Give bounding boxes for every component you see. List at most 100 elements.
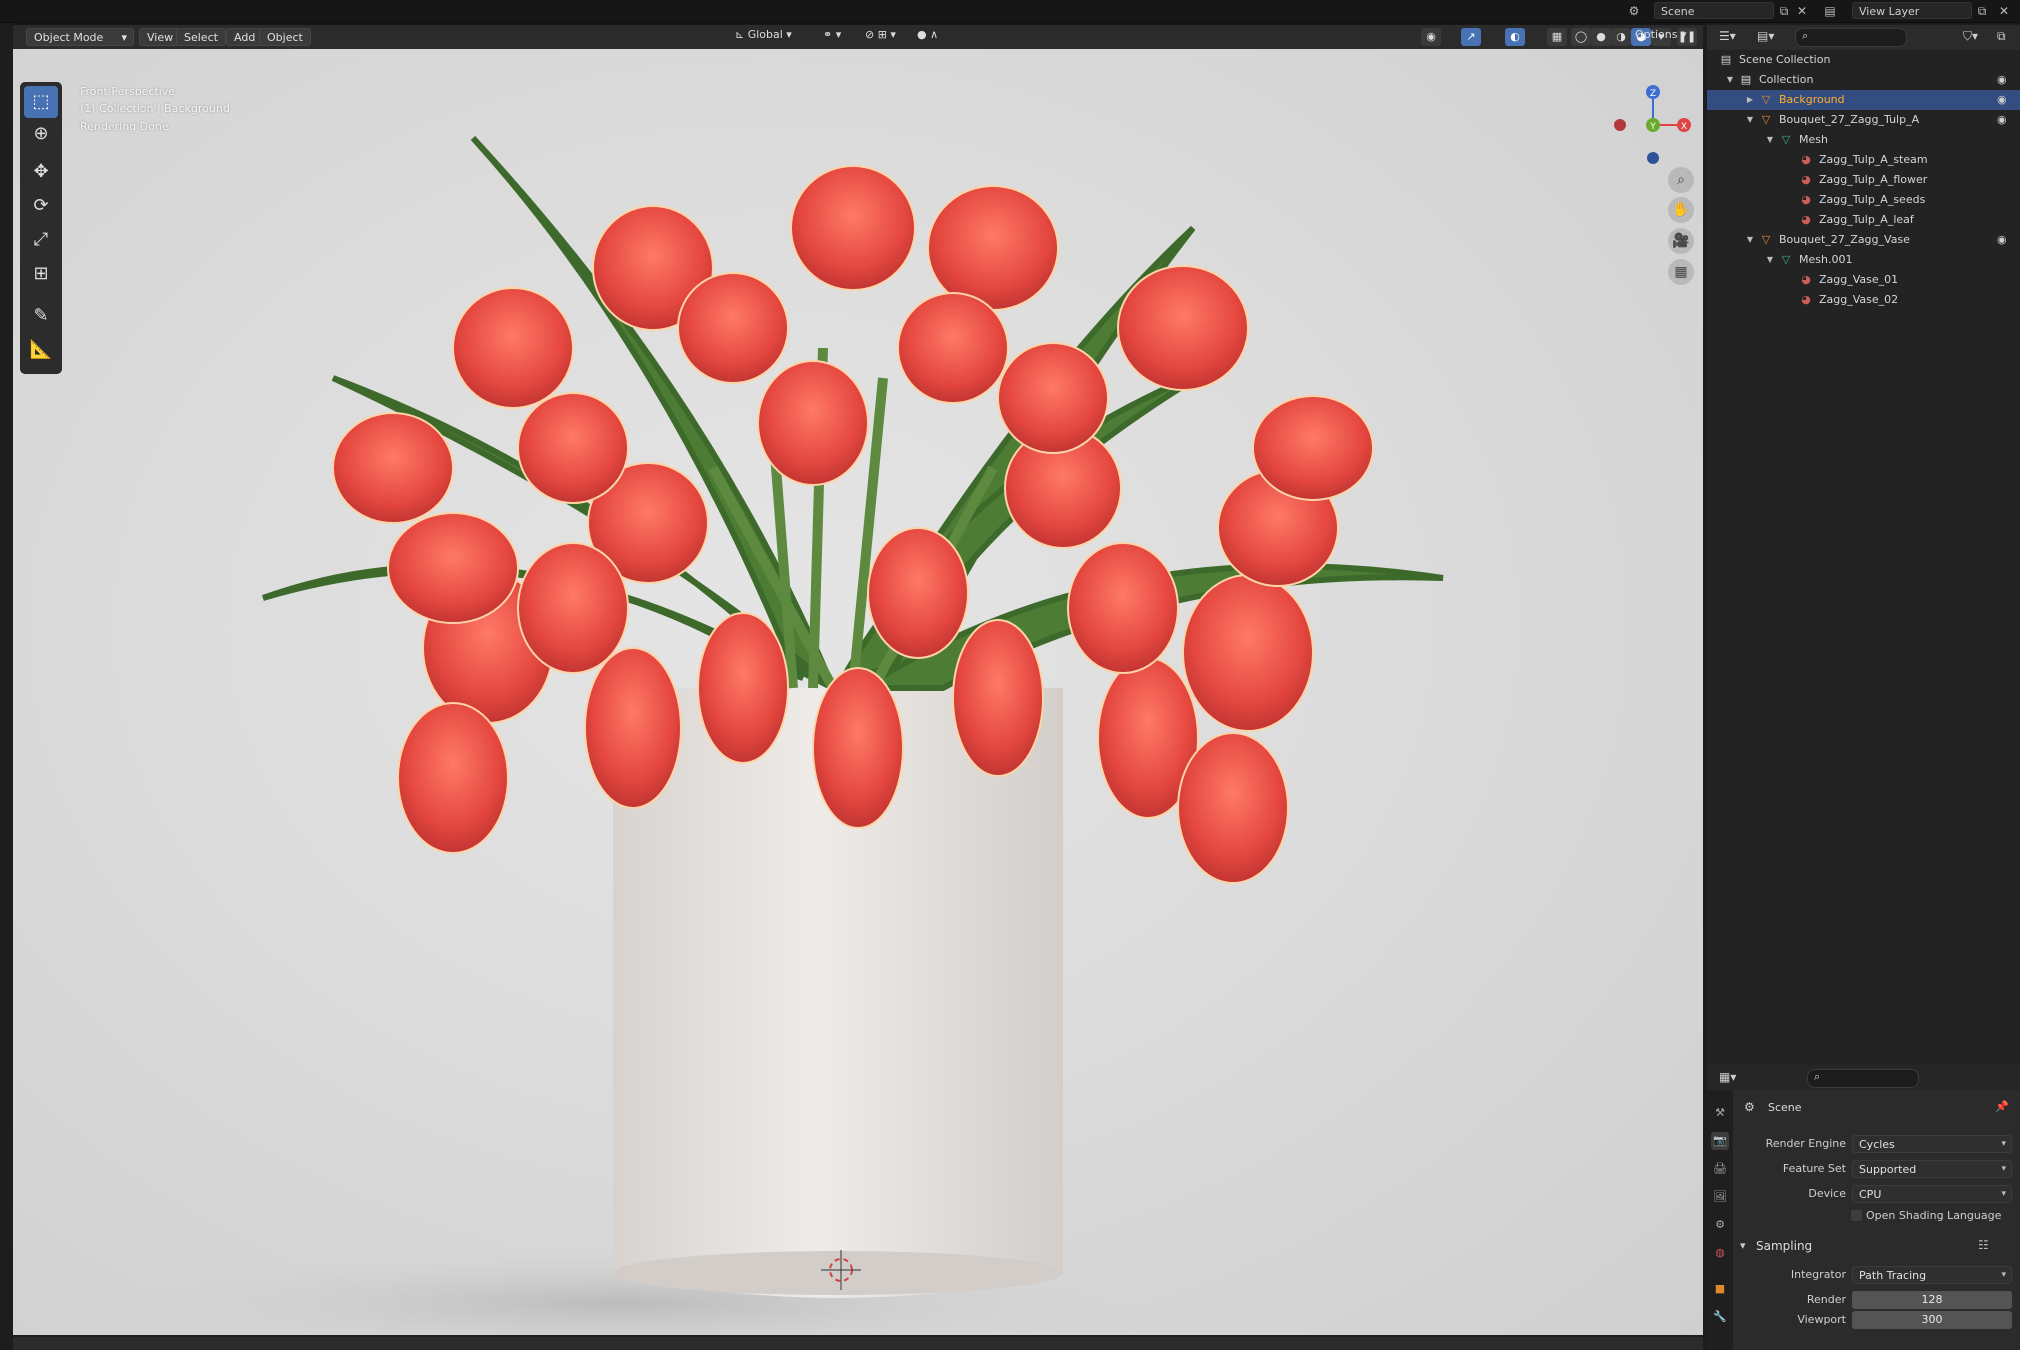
- view-layer-icon[interactable]: ▤: [1822, 3, 1838, 19]
- expand-down-icon[interactable]: ▼: [1745, 230, 1755, 250]
- remove-view-layer-icon[interactable]: ✕: [1996, 3, 2012, 19]
- pivot-icon[interactable]: ⚭ ▾: [823, 28, 841, 41]
- properties-search-input[interactable]: ⌕: [1807, 1069, 1919, 1088]
- scene-tab-icon[interactable]: ⚙: [1711, 1216, 1729, 1234]
- new-collection-icon[interactable]: ⧉: [1997, 29, 2006, 44]
- outliner-editor-icon[interactable]: ☰▾: [1719, 29, 1736, 43]
- outliner-row[interactable]: ◕ Zagg_Tulp_A_leaf: [1707, 210, 2020, 230]
- wireframe-shading-icon[interactable]: ◯: [1571, 28, 1591, 46]
- view-menu[interactable]: View: [139, 28, 182, 46]
- visibility-eye-icon[interactable]: ◉: [1997, 230, 2007, 250]
- object-menu[interactable]: Object: [259, 28, 311, 46]
- gizmo-z-label: Z: [1650, 89, 1656, 99]
- expand-down-icon[interactable]: ▼: [1765, 250, 1775, 270]
- camera-view-icon[interactable]: 🎥: [1668, 228, 1694, 254]
- zoom-icon[interactable]: ⌕: [1668, 167, 1694, 193]
- sampling-panel-title[interactable]: Sampling: [1756, 1239, 1812, 1253]
- mesh-icon: ▽: [1781, 133, 1791, 146]
- outliner-row-label: Zagg_Vase_02: [1819, 293, 1899, 306]
- outliner-row[interactable]: ▶ ▽ Background ◉: [1707, 90, 2020, 110]
- mode-selector[interactable]: Object Mode ▾: [26, 28, 134, 46]
- outliner-row[interactable]: ◕ Zagg_Vase_02: [1707, 290, 2020, 310]
- new-scene-icon[interactable]: ⧉: [1776, 3, 1792, 19]
- osl-checkbox[interactable]: [1851, 1210, 1862, 1221]
- gizmo-y-label: Y: [1649, 122, 1656, 132]
- cursor-tool-icon[interactable]: ⊕: [24, 118, 58, 150]
- outliner-row[interactable]: ◕ Zagg_Tulp_A_seeds: [1707, 190, 2020, 210]
- view-layer-selector[interactable]: View Layer: [1852, 2, 1972, 19]
- timeline-strip[interactable]: [13, 1337, 1703, 1350]
- select-box-tool-icon[interactable]: ⬚: [24, 86, 58, 118]
- outliner-row[interactable]: ▼ ▽ Mesh.001: [1707, 250, 2020, 270]
- expand-down-icon[interactable]: ▼: [1725, 70, 1735, 90]
- tool-tab-icon[interactable]: ⚒: [1711, 1104, 1729, 1122]
- device-dropdown[interactable]: CPU ▾: [1852, 1185, 2012, 1203]
- ortho-toggle-icon[interactable]: ▦: [1668, 259, 1694, 285]
- outliner-row[interactable]: ▼ ▽ Mesh: [1707, 130, 2020, 150]
- integrator-dropdown[interactable]: Path Tracing ▾: [1852, 1266, 2012, 1284]
- visibility-eye-icon[interactable]: ◉: [1997, 90, 2007, 110]
- outliner-search-input[interactable]: ⌕: [1795, 28, 1907, 47]
- expand-down-icon[interactable]: ▼: [1745, 110, 1755, 130]
- xray-icon[interactable]: ▦: [1547, 28, 1567, 46]
- outliner-row[interactable]: ◕ Zagg_Tulp_A_steam: [1707, 150, 2020, 170]
- outliner-row-label: Background: [1779, 93, 1845, 106]
- select-menu[interactable]: Select: [176, 28, 226, 46]
- scale-tool-icon[interactable]: ⤢: [24, 224, 58, 256]
- material-icon: ◕: [1801, 153, 1811, 166]
- display-mode-icon[interactable]: ▤▾: [1757, 29, 1774, 43]
- options-menu[interactable]: Options ▾: [1635, 26, 1697, 44]
- proportional-edit-icon[interactable]: ● ∧: [917, 28, 938, 41]
- overlay-toggle-icon[interactable]: ◐: [1505, 28, 1525, 46]
- presets-icon[interactable]: ☷: [1978, 1238, 1989, 1252]
- scene-selector[interactable]: Scene: [1654, 2, 1774, 19]
- outliner-tree: ▤ Scene Collection ▼ ▤ Collection ◉ ▶ ▽ Backgrou…: [1707, 50, 2020, 320]
- scene-context-icon: ⚙: [1744, 1100, 1755, 1114]
- sampling-collapse-icon[interactable]: ▾: [1740, 1239, 1746, 1252]
- filter-icon[interactable]: ⛉▾: [1963, 29, 1978, 44]
- collection-info: (1) Collection | Background: [80, 102, 230, 115]
- scene-icon[interactable]: ⚙: [1626, 3, 1642, 19]
- new-view-layer-icon[interactable]: ⧉: [1974, 3, 1990, 19]
- material-icon: ◕: [1801, 213, 1811, 226]
- outliner-row[interactable]: ▼ ▽ Bouquet_27_Zagg_Vase ◉: [1707, 230, 2020, 250]
- remove-scene-icon[interactable]: ✕: [1794, 3, 1810, 19]
- outliner-row-label: Zagg_Tulp_A_leaf: [1819, 213, 1914, 226]
- outliner-row[interactable]: ▤ Scene Collection: [1707, 50, 2020, 70]
- visibility-eye-icon[interactable]: ◉: [1997, 110, 2007, 130]
- properties-editor-icon[interactable]: ▦▾: [1719, 1070, 1736, 1084]
- render-samples-label: Render: [1806, 1293, 1846, 1306]
- viewport-samples-field[interactable]: 300: [1852, 1311, 2012, 1329]
- world-tab-icon[interactable]: ◍: [1711, 1244, 1729, 1262]
- rotate-tool-icon[interactable]: ⟳: [24, 190, 58, 222]
- pin-icon[interactable]: 📌: [1995, 1100, 2009, 1113]
- render-engine-dropdown[interactable]: Cycles ▾: [1852, 1135, 2012, 1153]
- material-shading-icon[interactable]: ◑: [1611, 28, 1631, 46]
- measure-tool-icon[interactable]: 📐: [24, 334, 58, 366]
- outliner-row[interactable]: ◕ Zagg_Tulp_A_flower: [1707, 170, 2020, 190]
- annotate-tool-icon[interactable]: ✎: [24, 300, 58, 332]
- pan-hand-icon[interactable]: ✋: [1668, 197, 1694, 223]
- snap-icon[interactable]: ⊘ ⊞ ▾: [865, 28, 896, 41]
- render-samples-field[interactable]: 128: [1852, 1291, 2012, 1309]
- outliner-row-label: Scene Collection: [1739, 53, 1831, 66]
- expand-right-icon[interactable]: ▶: [1745, 90, 1755, 110]
- visibility-icon[interactable]: ◉: [1421, 28, 1441, 46]
- device-label: Device: [1808, 1187, 1846, 1200]
- transform-tool-icon[interactable]: ⊞: [24, 258, 58, 290]
- solid-shading-icon[interactable]: ●: [1591, 28, 1611, 46]
- 3d-viewport[interactable]: [13, 48, 1703, 1335]
- outliner-row[interactable]: ▼ ▽ Bouquet_27_Zagg_Tulp_A ◉: [1707, 110, 2020, 130]
- move-tool-icon[interactable]: ✥: [24, 156, 58, 188]
- feature-set-dropdown[interactable]: Supported ▾: [1852, 1160, 2012, 1178]
- gizmo-toggle-icon[interactable]: ↗: [1461, 28, 1481, 46]
- add-menu[interactable]: Add: [226, 28, 264, 46]
- scene-collection-icon: ▤: [1720, 53, 1732, 66]
- outliner-row[interactable]: ▼ ▤ Collection ◉: [1707, 70, 2020, 90]
- orientation-selector[interactable]: ⊾ Global ▾: [735, 28, 792, 41]
- expand-down-icon[interactable]: ▼: [1765, 130, 1775, 150]
- visibility-eye-icon[interactable]: ◉: [1997, 70, 2007, 90]
- outliner-row[interactable]: ◕ Zagg_Vase_01: [1707, 270, 2020, 290]
- osl-label: Open Shading Language: [1866, 1209, 2002, 1222]
- navigation-gizmo[interactable]: Z Y X: [1612, 80, 1692, 170]
